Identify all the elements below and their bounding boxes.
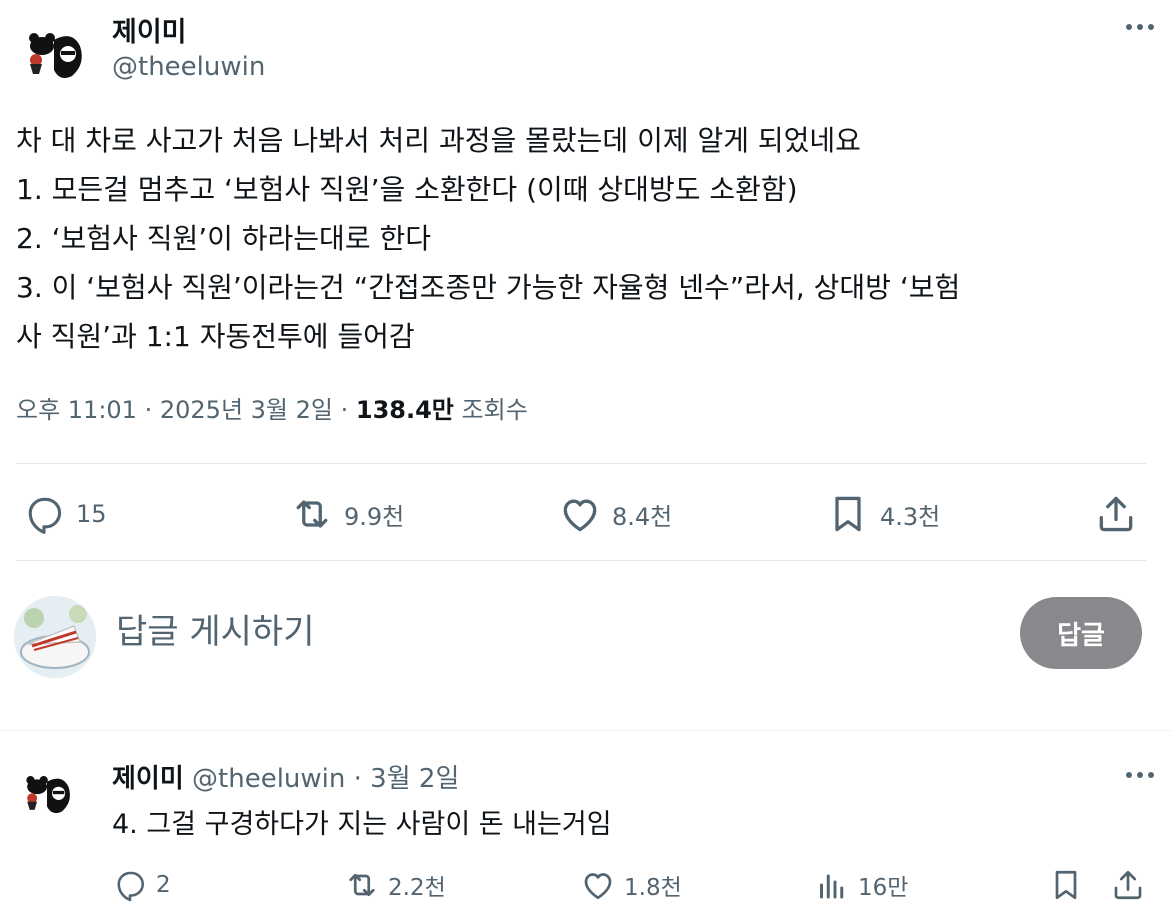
reply-repost-button[interactable]: 2.2천: [344, 862, 446, 908]
reply-header: 제이미 @theeluwin · 3월 2일: [112, 758, 459, 795]
like-icon: [584, 873, 612, 900]
repost-button[interactable]: 9.9천: [290, 486, 404, 542]
reply-icon: [28, 497, 62, 534]
reply-reply-button[interactable]: 2: [112, 862, 171, 908]
tweet-line: 2. ‘보험사 직원’이 하라는대로 한다: [16, 222, 431, 255]
views-icon: [820, 874, 844, 899]
bookmark-button[interactable]: 4.3천: [826, 486, 940, 542]
author-handle[interactable]: @theeluwin: [112, 52, 265, 82]
reply-author-name[interactable]: 제이미: [112, 764, 184, 794]
reply-more-options-button[interactable]: [1122, 760, 1158, 790]
share-icon: [1114, 870, 1142, 900]
bookmark-count: 4.3천: [880, 502, 941, 531]
post-time[interactable]: 오후 11:01: [16, 396, 137, 424]
more-icon: [1126, 772, 1154, 778]
tweet-meta: 오후 11:01 · 2025년 3월 2일 · 138.4만 조회수: [16, 390, 528, 425]
meta-separator: ·: [340, 396, 356, 424]
bookmark-icon: [835, 496, 861, 532]
reply-reply-count: 2: [156, 872, 171, 898]
views-label: 조회수: [461, 396, 528, 424]
reply-count: 15: [76, 500, 107, 528]
divider: [16, 463, 1146, 464]
more-options-button[interactable]: [1122, 12, 1158, 42]
avatar-illustration: [14, 762, 80, 828]
tweet-line: 사 직원’과 1:1 자동전투에 들어감: [16, 320, 415, 353]
bookmark-icon: [1055, 870, 1077, 900]
author-avatar[interactable]: [14, 16, 94, 96]
avatar-illustration: [14, 596, 96, 678]
like-count: 8.4천: [612, 502, 673, 531]
reply-like-count: 1.8천: [624, 875, 682, 901]
reply-bookmark-button[interactable]: [1048, 862, 1084, 908]
tweet-line: 차 대 차로 사고가 처음 나봐서 처리 과정을 몰랐는데 이제 알게 되었네요: [16, 124, 861, 157]
repost-icon: [296, 500, 328, 528]
reply-icon: [117, 871, 145, 902]
reply-actions: 2 2.2천 1.8천 16만: [0, 862, 1172, 908]
reply-views-count: 16만: [858, 875, 909, 901]
reply-like-button[interactable]: 1.8천: [580, 862, 682, 908]
like-icon: [563, 499, 597, 532]
reply-body: 4. 그걸 구경하다가 지는 사람이 돈 내는거임: [112, 809, 612, 840]
views-count: 138.4만: [355, 396, 454, 424]
more-icon: [1126, 24, 1154, 30]
reply-author-avatar[interactable]: [14, 762, 80, 828]
tweet-body: 차 대 차로 사고가 처음 나봐서 처리 과정을 몰랐는데 이제 알게 되었네요…: [16, 116, 1156, 361]
reply-input[interactable]: [116, 606, 676, 658]
reply-date[interactable]: 3월 2일: [370, 764, 459, 794]
share-icon: [1099, 496, 1133, 532]
divider: [16, 560, 1146, 561]
like-button[interactable]: 8.4천: [558, 486, 672, 542]
repost-count: 9.9천: [344, 502, 405, 531]
reply-repost-count: 2.2천: [388, 875, 446, 901]
meta-separator: ·: [353, 764, 371, 794]
section-separator: [0, 730, 1172, 731]
repost-icon: [349, 873, 375, 897]
reply-submit-button[interactable]: 답글: [1020, 597, 1142, 669]
reply-author-handle[interactable]: @theeluwin: [192, 764, 345, 794]
reply-share-button[interactable]: [1110, 862, 1146, 908]
tweet-actions: 15 9.9천 8.4천 4.3천: [0, 486, 1172, 542]
meta-separator: ·: [144, 396, 160, 424]
tweet-line: 3. 이 ‘보험사 직원’이라는건 “간접조종만 가능한 자율형 넨수”라서, …: [16, 271, 961, 304]
reply-views-button[interactable]: 16만: [814, 862, 908, 908]
author-display-name[interactable]: 제이미: [112, 10, 187, 49]
post-date[interactable]: 2025년 3월 2일: [160, 396, 333, 424]
avatar-illustration: [14, 16, 94, 96]
reply-button[interactable]: 15: [22, 486, 107, 542]
share-button[interactable]: [1094, 486, 1138, 542]
current-user-avatar[interactable]: [14, 596, 96, 678]
tweet-line: 1. 모든걸 멈추고 ‘보험사 직원’을 소환한다 (이때 상대방도 소환함): [16, 173, 798, 206]
